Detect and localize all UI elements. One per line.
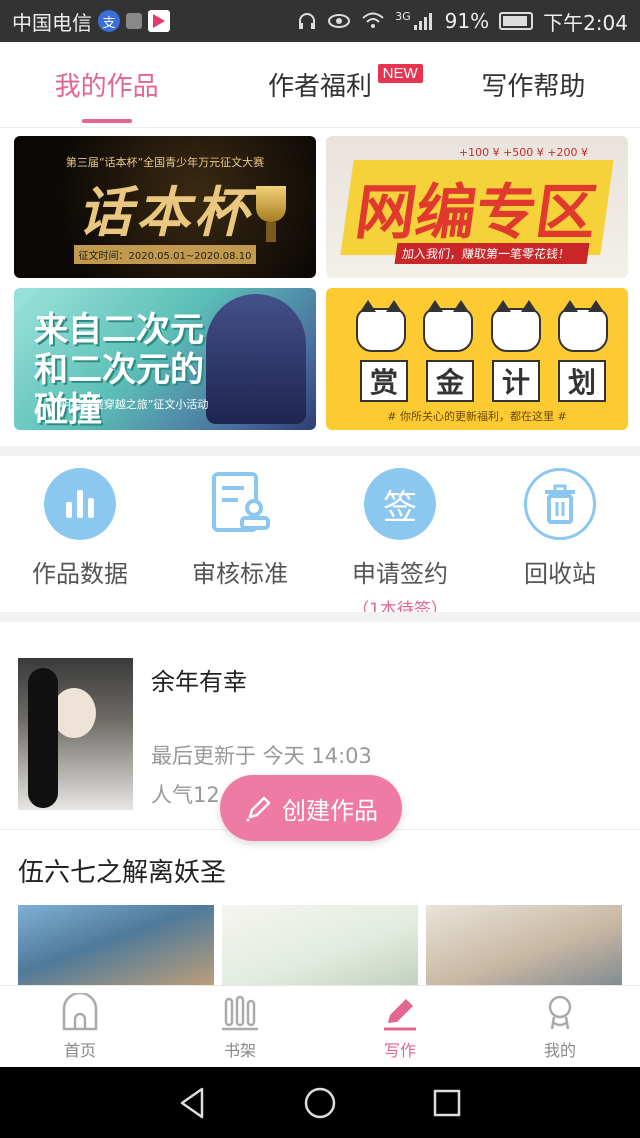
series-thumbnail-image[interactable] [18, 905, 214, 985]
reward-cards: 赏 金 计 划 [360, 360, 606, 402]
cat-icon [356, 300, 406, 352]
bar-chart-icon [44, 468, 116, 540]
review-standard-button[interactable]: 审核标准 [160, 468, 320, 620]
action-label: 作品数据 [32, 560, 128, 588]
banner-subtitle: # 你所关心的更新福利，都在这里 # [387, 410, 567, 423]
nav-bookshelf[interactable]: 书架 [160, 986, 320, 1067]
document-review-icon [204, 468, 276, 540]
nav-home[interactable]: 首页 [0, 986, 160, 1067]
profile-icon [548, 995, 572, 1029]
home-circle-icon[interactable] [303, 1086, 337, 1120]
recents-icon[interactable] [432, 1088, 462, 1118]
banner-title: 来自二次元和二次元的碰撞 [34, 310, 204, 430]
nav-writing[interactable]: 写作 [320, 986, 480, 1067]
battery-icon [499, 12, 534, 30]
top-tabs: 我的作品 作者福利 NEW 写作帮助 [0, 42, 640, 128]
work-title: 余年有幸 [151, 668, 247, 696]
action-label: 回收站 [524, 560, 596, 588]
network-type: 3G [395, 9, 411, 23]
nav-label: 首页 [63, 1040, 96, 1060]
trophy-icon [256, 186, 286, 242]
series-title[interactable]: 伍六七之解离妖圣 [18, 852, 226, 889]
banner-huaben-cup[interactable]: 第三届“话本杯”全国青少年万元征文大赛 话本杯 征文时间：2020.05.01~… [14, 136, 316, 278]
alipay-icon: 支 [98, 10, 120, 32]
nav-label: 书架 [223, 1040, 256, 1060]
banner-money: +100 ¥ +500 ¥ +200 ¥ [458, 146, 588, 159]
app-notification-icon [148, 10, 170, 32]
cat-icon [490, 300, 541, 352]
banner-subtitle: 第三届“话本杯”全国青少年万元征文大赛 [65, 156, 265, 169]
quick-actions: 作品数据 审核标准 签 申请签约 （1本待签） 回收站 [0, 468, 640, 620]
section-divider [0, 612, 640, 622]
tab-label: 我的作品 [54, 72, 159, 102]
banner-subtitle: “明星动漫穿越之旅”征文小活动 [54, 398, 209, 411]
back-icon[interactable] [178, 1086, 208, 1120]
battery-percent: 91% [444, 9, 490, 33]
tab-writing-help[interactable]: 写作帮助 [427, 42, 640, 127]
tab-my-works[interactable]: 我的作品 [0, 42, 213, 127]
nav-profile[interactable]: 我的 [480, 986, 640, 1067]
system-navigation-bar [0, 1067, 640, 1138]
reward-card: 计 [492, 360, 540, 402]
headphones-icon [299, 13, 316, 29]
section-divider [0, 446, 640, 456]
banner-anime-collision[interactable]: 来自二次元和二次元的碰撞 “明星动漫穿越之旅”征文小活动 [14, 288, 316, 430]
apply-contract-button[interactable]: 签 申请签约 （1本待签） [320, 468, 480, 620]
reward-card: 赏 [360, 360, 408, 402]
banner-date: 征文时间：2020.05.01~2020.08.10 [74, 245, 256, 264]
pencil-icon [246, 796, 271, 822]
fab-label: 创建作品 [282, 796, 378, 825]
sign-icon: 签 [364, 468, 436, 540]
cat-icon [423, 300, 474, 352]
banner-title: 话本杯 [78, 179, 252, 244]
trash-icon [524, 468, 596, 540]
banner-reward-plan[interactable]: 赏 金 计 划 # 你所关心的更新福利，都在这里 # [326, 288, 628, 430]
cats-illustration [356, 300, 608, 352]
book-cover-image [18, 658, 133, 810]
bottom-navigation: 首页 书架 写作 我的 [0, 985, 640, 1067]
status-bar: 中国电信 支 3G 91% 下午2:04 [0, 0, 640, 42]
home-icon [62, 992, 98, 1030]
notification-icon [126, 13, 142, 29]
sign-icon-text: 签 [383, 487, 417, 528]
reward-card: 划 [558, 360, 606, 402]
banner-grid: 第三届“话本杯”全国青少年万元征文大赛 话本杯 征文时间：2020.05.01~… [14, 136, 628, 430]
reward-card: 金 [426, 360, 474, 402]
nav-label: 写作 [383, 1040, 416, 1060]
bookshelf-icon [222, 995, 258, 1030]
works-data-button[interactable]: 作品数据 [0, 468, 160, 620]
tab-label: 写作帮助 [481, 72, 586, 102]
work-update-time: 最后更新于 今天 14:03 [151, 744, 372, 768]
recycle-bin-button[interactable]: 回收站 [480, 468, 640, 620]
pencil-icon [384, 998, 416, 1030]
banner-editor-zone[interactable]: +100 ¥ +500 ¥ +200 ¥ 网编专区 加入我们，赚取第一笔零花钱！ [326, 136, 628, 278]
series-thumbnails [18, 905, 622, 985]
tab-author-benefits[interactable]: 作者福利 NEW [213, 42, 426, 127]
signal-icon [413, 13, 432, 30]
eye-icon [328, 14, 351, 28]
series-thumbnail-image[interactable] [426, 905, 622, 985]
new-badge: NEW [377, 64, 423, 83]
clock: 下午2:04 [543, 10, 628, 35]
create-work-button[interactable]: 创建作品 [220, 775, 402, 841]
cat-icon [557, 300, 608, 352]
tab-label: 作者福利 [267, 72, 372, 102]
action-label: 申请签约 [352, 560, 448, 588]
banner-subtitle: 加入我们，赚取第一笔零花钱！ [394, 243, 590, 264]
series-thumbnail-image[interactable] [222, 905, 418, 985]
work-popularity: 人气12 [151, 783, 220, 807]
wifi-icon [362, 12, 384, 28]
banner-title: 网编专区 [340, 159, 614, 255]
carrier-name: 中国电信 [12, 10, 92, 35]
nav-label: 我的 [543, 1040, 576, 1060]
action-label: 审核标准 [192, 560, 288, 588]
